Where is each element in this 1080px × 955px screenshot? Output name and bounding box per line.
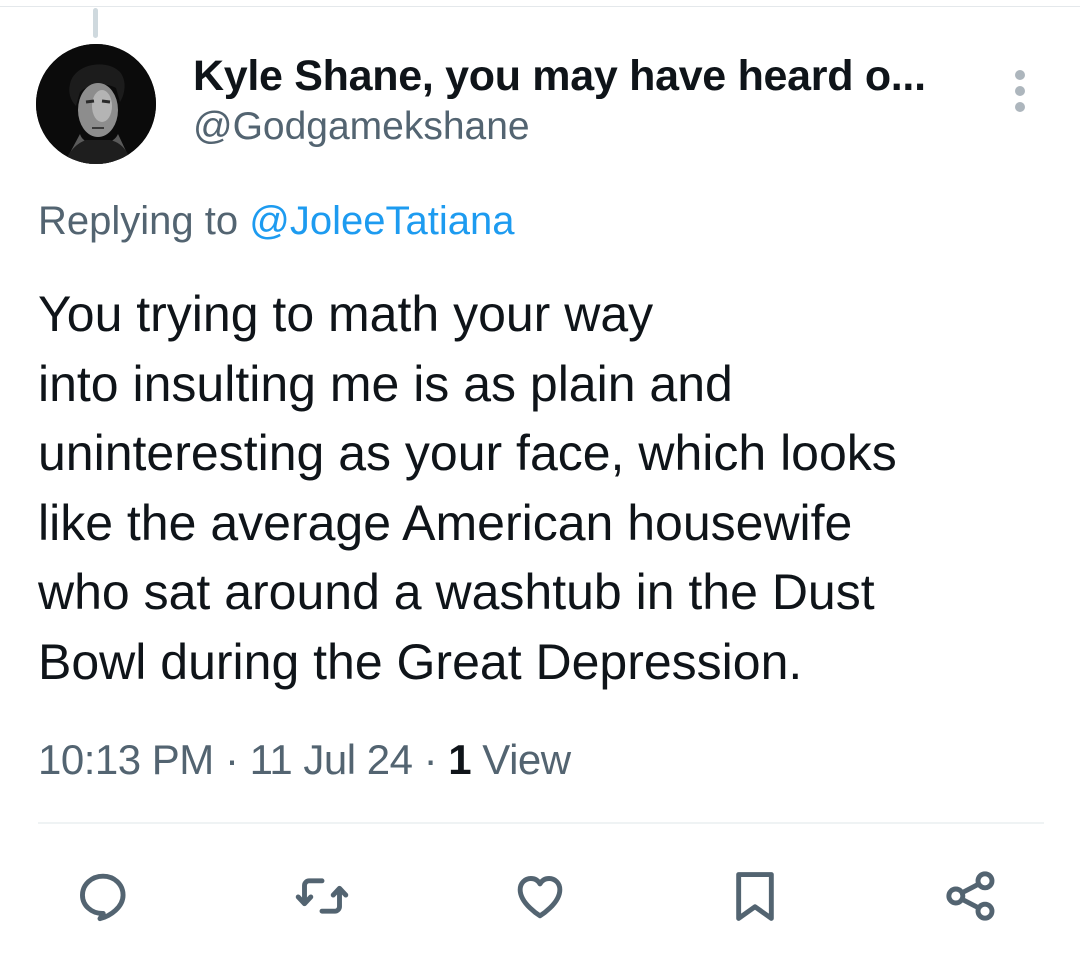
- more-dot: [1015, 70, 1025, 80]
- top-divider: [0, 6, 1080, 7]
- avatar-photo: [36, 44, 156, 164]
- display-name[interactable]: Kyle Shane, you may have heard o...: [193, 51, 968, 101]
- retweet-icon: [295, 878, 349, 914]
- tweet-text-line: You trying to math your way: [38, 286, 654, 342]
- like-button[interactable]: [512, 868, 568, 924]
- tweet-text-line: who sat around a washtub in the Dust: [38, 564, 875, 620]
- actions-divider: [38, 822, 1044, 824]
- views-label: View: [471, 736, 571, 783]
- replying-to-link[interactable]: @JoleeTatiana: [249, 199, 514, 243]
- tweet-time[interactable]: 10:13 PM: [38, 736, 214, 783]
- heart-icon: [517, 876, 563, 919]
- share-button[interactable]: [943, 868, 999, 924]
- tweet-text-line: into insulting me is as plain and: [38, 355, 733, 412]
- meta-separator: ·: [412, 736, 449, 783]
- replying-to-line: Replying to @JoleeTatiana: [38, 196, 514, 246]
- meta-separator: ·: [213, 736, 250, 783]
- reply-icon: [80, 873, 126, 922]
- retweet-button[interactable]: [294, 868, 350, 924]
- tweet-text-line: uninteresting as your face, which looks: [38, 425, 897, 481]
- tweet-date[interactable]: 11 Jul 24: [250, 736, 413, 783]
- tweet-text-line: Bowl during the Great Depression.: [38, 633, 803, 690]
- user-handle[interactable]: @Godgamekshane: [193, 104, 530, 150]
- replying-to-label: Replying to: [38, 199, 250, 243]
- views-count: 1: [448, 736, 472, 783]
- more-dot: [1015, 86, 1025, 96]
- tweet-text: You trying to math your way into insulti…: [38, 280, 1048, 697]
- more-dot: [1015, 102, 1025, 112]
- reply-button[interactable]: [75, 868, 131, 924]
- share-icon: [946, 871, 995, 921]
- tweet-meta: 10:13 PM · 11 Jul 24 · 1 View: [38, 734, 571, 786]
- avatar[interactable]: [36, 44, 156, 164]
- thread-connector-line: [93, 8, 98, 38]
- bookmark-icon: [736, 872, 774, 921]
- more-vertical-icon[interactable]: [1005, 70, 1035, 112]
- bookmark-button[interactable]: [727, 868, 783, 924]
- tweet-text-line: like the average American housewife: [38, 494, 853, 551]
